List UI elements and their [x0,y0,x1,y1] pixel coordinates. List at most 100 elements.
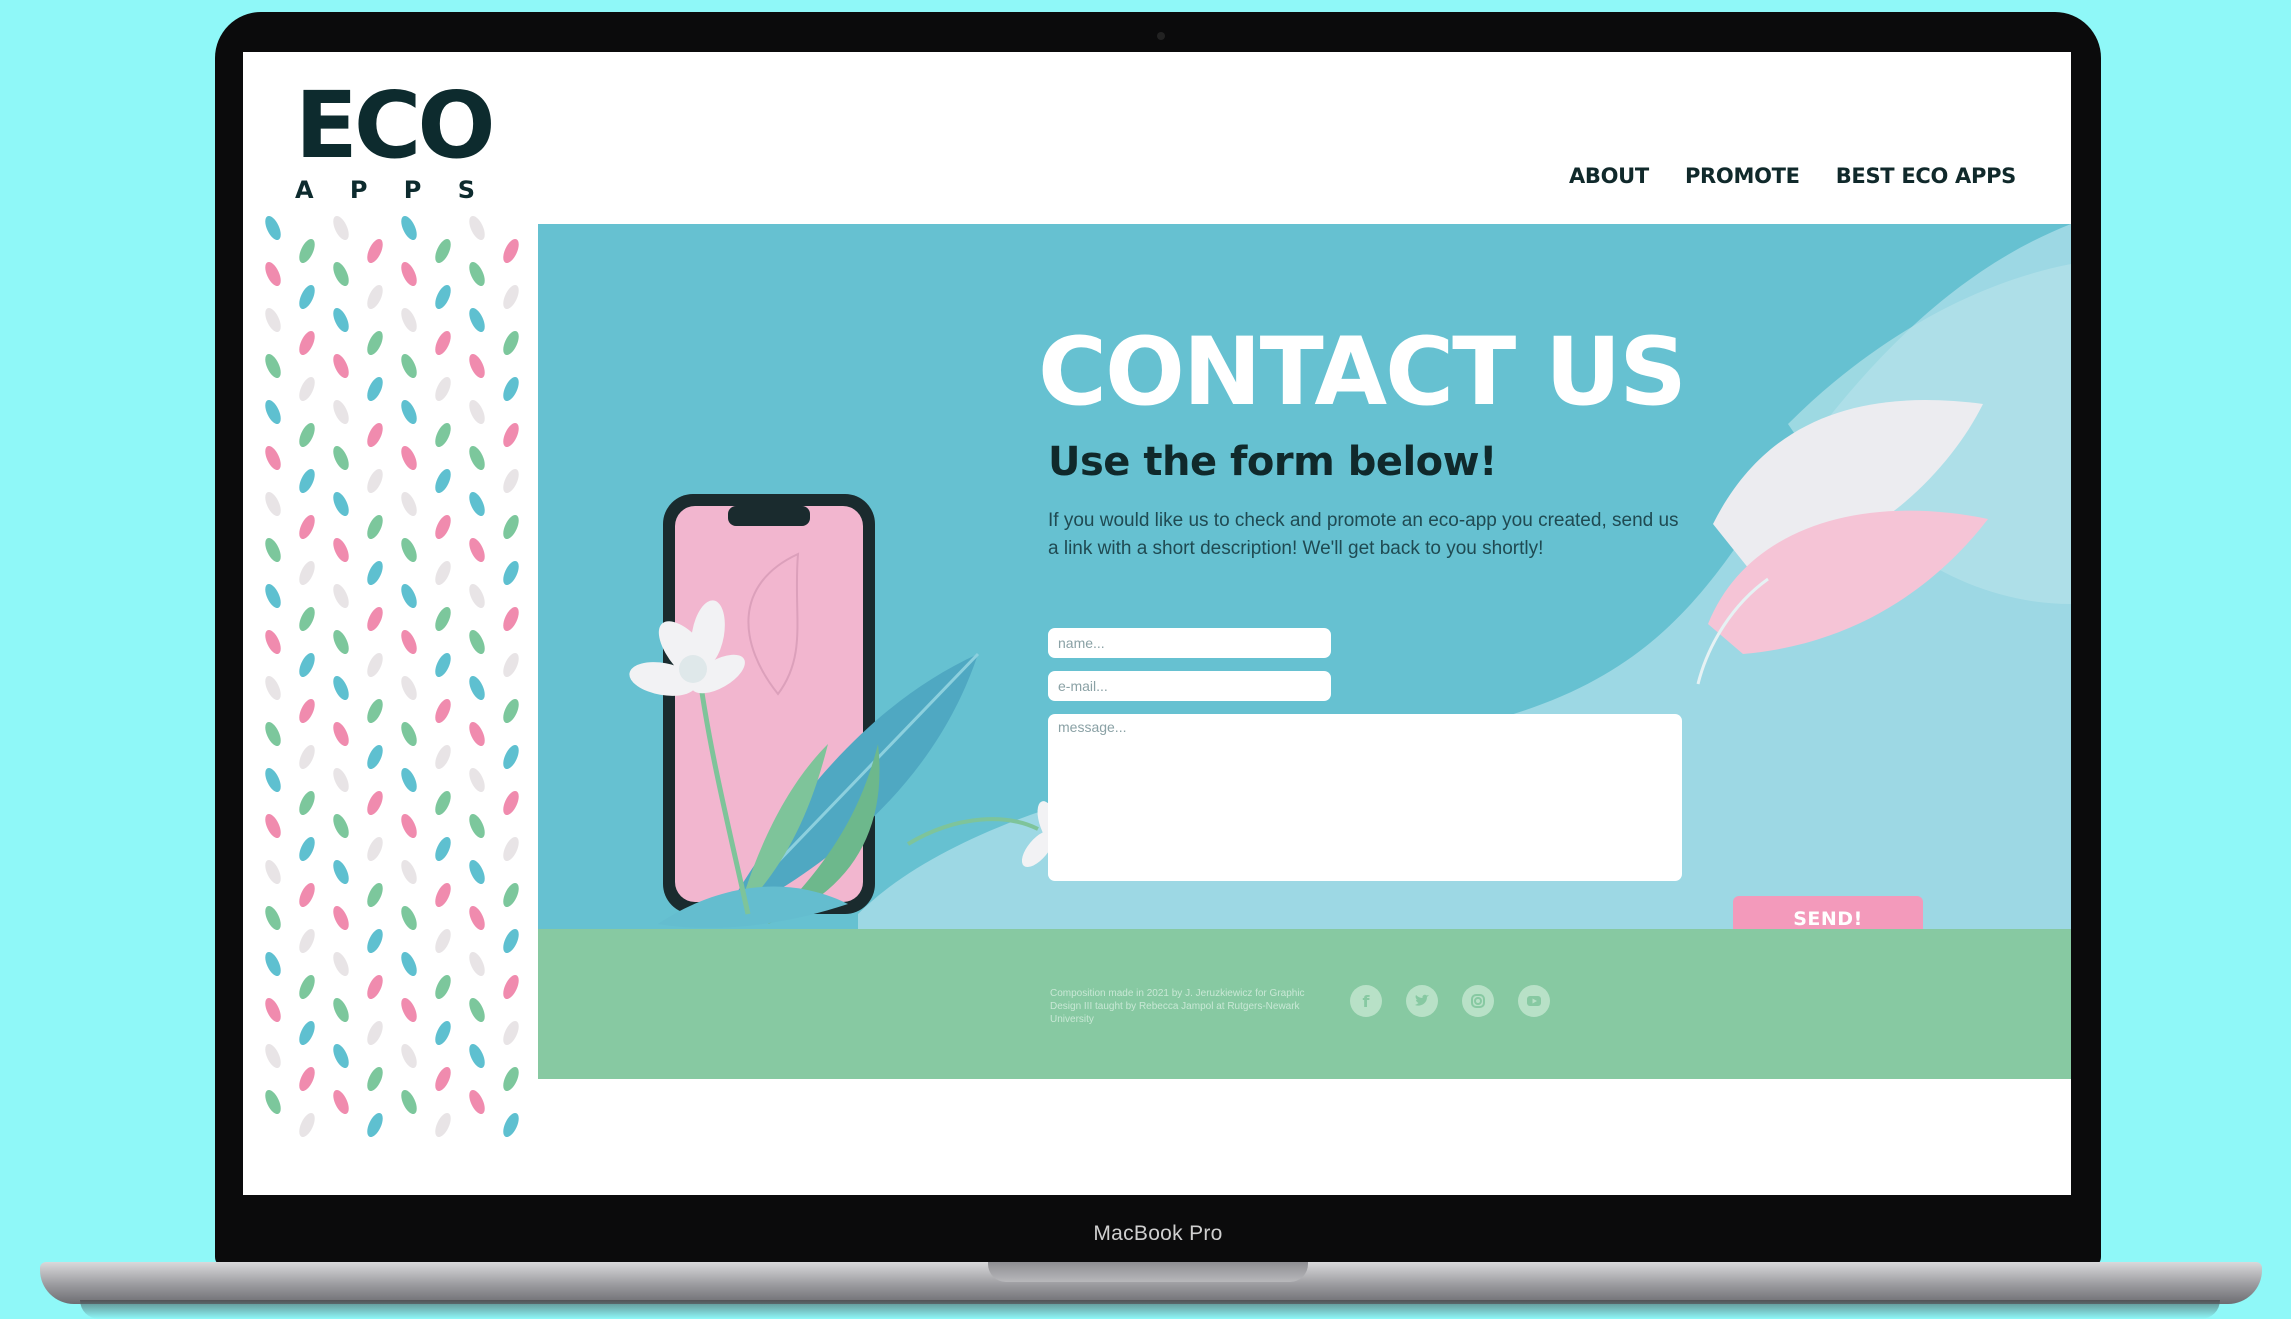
pattern-leaf [469,997,485,1023]
pattern-leaf [435,422,451,448]
logo-letter: S [457,176,475,204]
pattern-leaf [503,284,519,310]
pattern-leaf [265,399,281,425]
pattern-leaf [367,744,383,770]
pattern-leaf [401,629,417,655]
pattern-leaf [435,238,451,264]
pattern-leaf [333,537,349,563]
pattern-leaf [401,261,417,287]
pattern-leaf [469,261,485,287]
pattern-leaf [435,882,451,908]
pattern-leaf [401,813,417,839]
pattern-leaf [367,928,383,954]
name-field[interactable] [1048,628,1331,658]
pattern-leaf [469,1043,485,1069]
main-nav: ABOUT PROMOTE BEST ECO APPS [1569,164,2016,188]
pattern-leaf [435,560,451,586]
nav-promote[interactable]: PROMOTE [1685,164,1800,188]
pattern-leaf [503,1066,519,1092]
pattern-leaf [469,583,485,609]
twitter-icon[interactable] [1406,985,1438,1017]
pattern-leaf [435,1112,451,1138]
pattern-leaf [367,1066,383,1092]
pattern-leaf [401,399,417,425]
pattern-leaf [265,353,281,379]
footer: Composition made in 2021 by J. Jeruzkiew… [538,929,2071,1079]
pattern-leaf [333,261,349,287]
pattern-leaf [503,790,519,816]
pattern-leaf [265,721,281,747]
pattern-leaf [333,399,349,425]
pattern-leaf [265,675,281,701]
pattern-leaf [265,813,281,839]
pattern-leaf [503,376,519,402]
laptop-notch [988,1262,1308,1282]
pattern-leaf [401,215,417,241]
logo-subword: A P P S [295,176,475,204]
pattern-leaf [333,997,349,1023]
youtube-icon[interactable] [1518,985,1550,1017]
pattern-leaf [367,422,383,448]
nav-about[interactable]: ABOUT [1569,164,1649,188]
pattern-leaf [299,376,315,402]
pattern-leaf [333,583,349,609]
pattern-leaf [503,330,519,356]
pattern-leaf [435,284,451,310]
pattern-leaf [401,767,417,793]
page-title: CONTACT US [1038,318,1687,427]
eco-apps-logo[interactable]: ECO A P P S [295,72,496,210]
pattern-leaf [401,721,417,747]
pattern-leaf [435,330,451,356]
pattern-leaf [469,629,485,655]
pattern-leaf [265,261,281,287]
pattern-leaf [367,560,383,586]
pattern-leaf [469,1089,485,1115]
contact-hero: CONTACT US Use the form below! If you wo… [538,224,2071,1079]
pattern-leaf [435,1020,451,1046]
laptop-model-label: MacBook Pro [1093,1222,1223,1245]
pattern-leaf [469,491,485,517]
pattern-leaf [367,882,383,908]
pattern-leaf [435,376,451,402]
facebook-icon[interactable]: f [1350,985,1382,1017]
pattern-leaf [503,974,519,1000]
pattern-leaf [299,422,315,448]
instagram-icon[interactable] [1462,985,1494,1017]
pattern-leaf [469,445,485,471]
laptop-screen: ECO A P P S ABOUT PROMOTE BEST ECO APPS [243,52,2071,1195]
pattern-leaf [333,675,349,701]
pattern-leaf [367,330,383,356]
pattern-leaf [401,583,417,609]
pattern-leaf [299,1020,315,1046]
email-field[interactable] [1048,671,1331,701]
pattern-leaf [435,836,451,862]
pattern-leaf [503,928,519,954]
nav-best-eco-apps[interactable]: BEST ECO APPS [1836,164,2017,188]
pattern-leaf [469,215,485,241]
pattern-leaf [367,238,383,264]
pattern-leaf [503,422,519,448]
pattern-leaf [503,744,519,770]
pattern-leaf [401,445,417,471]
pattern-leaf [503,698,519,724]
social-links: f [1350,985,1550,1017]
message-field[interactable] [1048,714,1682,881]
pattern-leaf [435,514,451,540]
pattern-leaf [367,376,383,402]
pattern-leaf [401,537,417,563]
pattern-leaf [299,514,315,540]
pattern-leaf [469,859,485,885]
pattern-leaf [469,353,485,379]
pattern-leaf [265,767,281,793]
footer-credit: Composition made in 2021 by J. Jeruzkiew… [1050,988,1305,1025]
logo-word: ECO [295,72,496,179]
pattern-leaf [265,307,281,333]
pattern-leaf [503,882,519,908]
page-subtitle: Use the form below! [1048,439,1497,485]
pattern-leaf [401,1043,417,1069]
leaf-pattern [265,215,519,1138]
pattern-leaf [333,1043,349,1069]
pattern-leaf [435,744,451,770]
pattern-leaf [469,813,485,839]
pattern-leaf [299,238,315,264]
